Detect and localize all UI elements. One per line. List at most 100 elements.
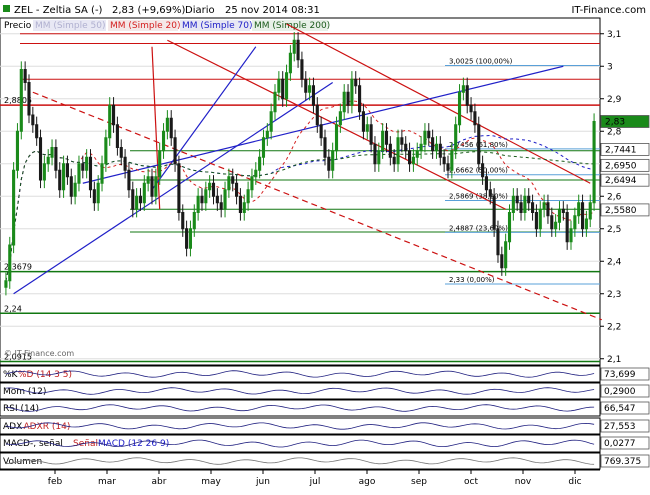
chart-header: ZEL - Zeltia SA (-) 2,83 (+9,69%) Diario… [0, 0, 650, 18]
candle-body [119, 147, 123, 158]
candle-body [381, 130, 385, 152]
quote-value: 2,83 (+9,69%) [112, 5, 185, 16]
x-tick-label: ago [359, 477, 376, 487]
legend-mm50[interactable]: MM (Simple 50) [35, 21, 105, 31]
candle-body [146, 176, 150, 184]
legend-mm20[interactable]: MM (Simple 20) [110, 21, 180, 31]
indicator-label: Volumen [3, 457, 42, 467]
candle-body [200, 195, 204, 204]
candle-body [142, 182, 146, 204]
legend-mm200[interactable]: MM (Simple 200) [254, 21, 330, 31]
level-label: 2,24 [4, 304, 22, 313]
candle-body [534, 212, 538, 230]
candle-body [62, 163, 66, 191]
candle-body [169, 117, 173, 139]
candle-body [42, 163, 46, 181]
candle-body [92, 189, 96, 204]
candle-body [350, 78, 354, 106]
candle-body [481, 163, 485, 178]
candle-body [215, 195, 219, 204]
candle-body [150, 176, 154, 197]
candle-body [473, 111, 477, 126]
indicator-sublabel: Señal [73, 439, 98, 449]
x-tick-label: feb [48, 477, 63, 487]
candle-body [315, 104, 319, 126]
x-tick-label: abr [152, 477, 167, 487]
candle-body [81, 163, 85, 171]
legend-price: Precio [4, 21, 32, 31]
candle-body [527, 195, 531, 204]
candle-body [227, 176, 231, 191]
candle-body [288, 52, 292, 74]
candle-body [557, 208, 562, 223]
candle-body [27, 82, 31, 116]
candle-body [554, 221, 558, 230]
candle-body [542, 202, 546, 210]
indicator-value: 769.375 [604, 457, 641, 467]
candle-body [504, 241, 508, 269]
candle-body [431, 137, 435, 152]
candle-body [115, 124, 119, 148]
value-tag: 2,83 [605, 118, 625, 128]
y-tick-label: 2,9 [607, 95, 622, 105]
candle-body [523, 195, 527, 213]
level-label: 2,3679 [4, 263, 32, 272]
indicator-label: Mom (12) [3, 387, 46, 397]
candle-body [438, 143, 442, 158]
candle-body [261, 137, 266, 158]
candle-body [96, 182, 100, 204]
candle-body [373, 143, 377, 165]
candle-body [108, 104, 112, 139]
candle-body [519, 202, 523, 213]
candle-body [365, 124, 369, 132]
indicator-value: 66,547 [604, 404, 636, 414]
candle-body [319, 124, 323, 139]
candle-body [173, 137, 177, 165]
chart-legend: Precio MM (Simple 50) MM (Simple 20) MM … [4, 20, 330, 31]
candle-body [323, 137, 327, 158]
candle-body [281, 78, 285, 100]
candle-body [388, 143, 392, 158]
candle-body [211, 182, 216, 197]
candle-body [85, 156, 89, 171]
candle-body [584, 218, 588, 230]
candle-body [192, 212, 196, 230]
candle-body [469, 104, 473, 113]
candle-body [546, 202, 550, 217]
candle-body [531, 202, 535, 213]
x-tick-label: nov [515, 477, 532, 487]
candle-body [104, 137, 108, 165]
candle-body [177, 163, 181, 213]
x-tick-label: oct [464, 477, 478, 487]
candle-body [292, 39, 296, 54]
candle-body [12, 169, 16, 246]
candle-body [327, 156, 331, 171]
candle-body [592, 121, 596, 204]
indicator-label: RSI (14) [3, 404, 39, 414]
watermark: © IT-Finance.com [4, 349, 74, 358]
candle-body [73, 182, 77, 197]
value-tag: 2,7441 [605, 145, 637, 155]
x-tick-label: dic [568, 477, 581, 487]
candle-body [404, 143, 408, 152]
y-tick-label: 2,3 [607, 290, 621, 300]
candle-body [434, 143, 439, 152]
legend-mm70[interactable]: MM (Simple 70) [182, 21, 252, 31]
candle-body [161, 130, 166, 152]
candle-body [427, 130, 431, 139]
indicator-value: 0,2900 [604, 387, 636, 397]
x-tick-label: sep [411, 477, 427, 487]
candle-body [304, 78, 308, 93]
candle-body [158, 150, 162, 178]
candle-body [580, 202, 585, 230]
candle-body [77, 163, 81, 184]
candle-body [188, 228, 192, 249]
candle-body [331, 150, 335, 171]
candle-body [4, 280, 8, 288]
candle-body [8, 244, 12, 282]
candle-body [450, 150, 454, 171]
candle-body [515, 195, 519, 204]
chart-container: ZEL - Zeltia SA (-) 2,83 (+9,69%) Diario… [0, 0, 650, 490]
candle-body [354, 78, 358, 87]
candle-body [392, 156, 396, 165]
